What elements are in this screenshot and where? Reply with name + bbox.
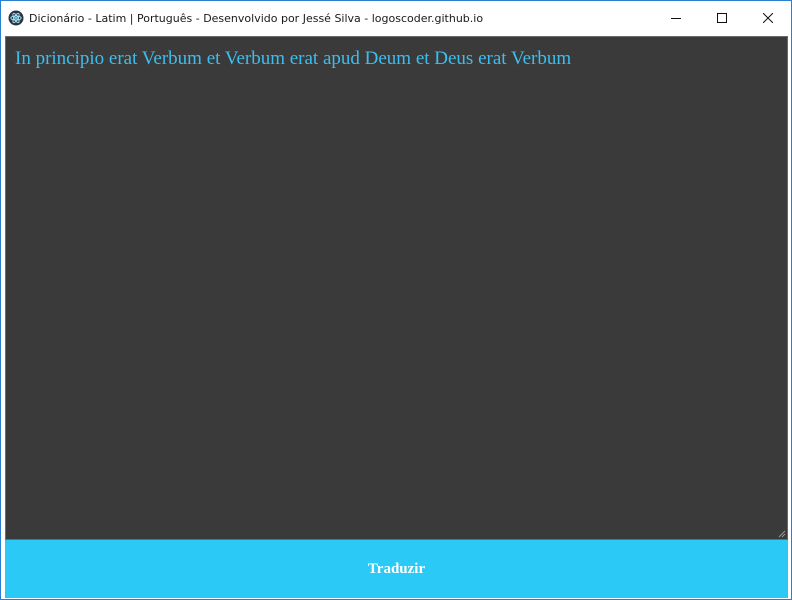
window-controls xyxy=(653,1,791,35)
minimize-icon xyxy=(671,18,681,19)
latin-text-editor-container: In principio erat Verbum et Verbum erat … xyxy=(5,36,788,540)
app-window: Dicionário - Latim | Português - Desenvo… xyxy=(0,0,792,600)
resize-grip-icon[interactable] xyxy=(777,529,786,538)
latin-text-input[interactable]: In principio erat Verbum et Verbum erat … xyxy=(6,37,787,539)
electron-atom-icon xyxy=(8,10,24,26)
maximize-icon xyxy=(717,13,727,23)
title-bar[interactable]: Dicionário - Latim | Português - Desenvo… xyxy=(1,1,791,35)
translate-button[interactable]: Traduzir xyxy=(5,540,788,598)
window-title: Dicionário - Latim | Português - Desenvo… xyxy=(29,11,484,25)
maximize-button[interactable] xyxy=(699,1,745,35)
close-button[interactable] xyxy=(745,1,791,35)
close-icon xyxy=(763,13,773,23)
translate-button-label: Traduzir xyxy=(367,560,426,577)
minimize-button[interactable] xyxy=(653,1,699,35)
